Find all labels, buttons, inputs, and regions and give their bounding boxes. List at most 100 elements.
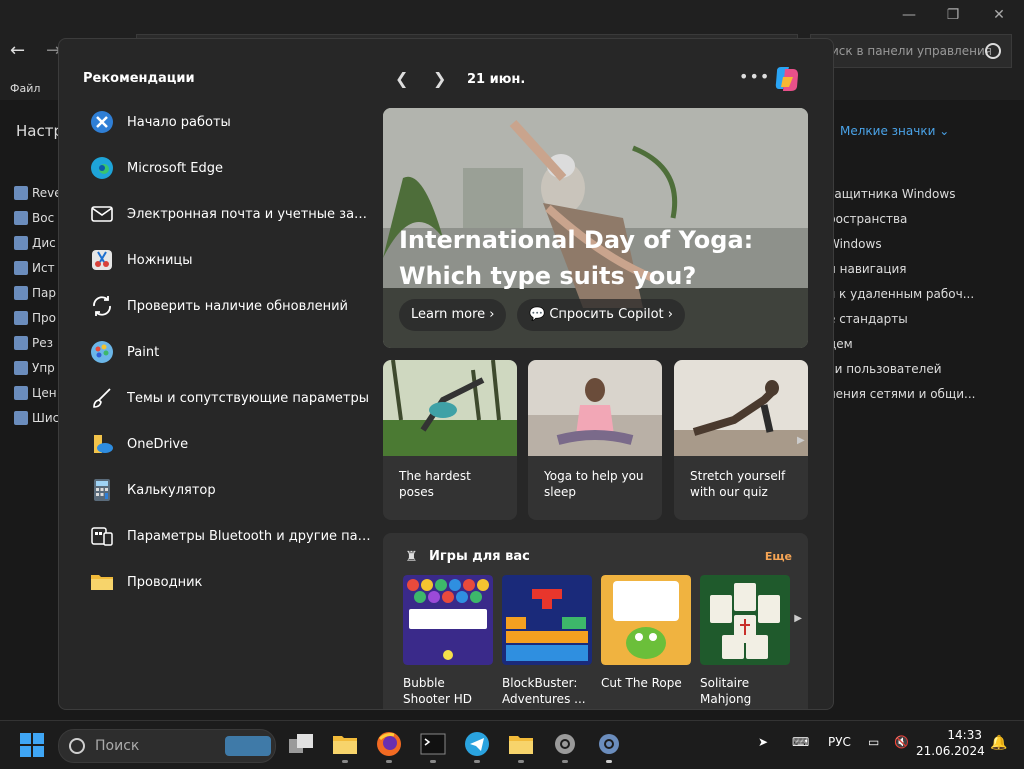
learn-more-button[interactable]: Learn more › xyxy=(399,299,507,331)
telegram-tray-icon[interactable]: ➤ xyxy=(758,735,768,749)
article-card[interactable]: The hardest poses xyxy=(383,360,517,520)
hero-article-card[interactable]: International Day of Yoga: Which type su… xyxy=(383,108,808,348)
article-card[interactable]: Stretch yourself with our quiz xyxy=(674,360,808,520)
recommendation-item[interactable]: Paint xyxy=(89,329,379,375)
back-arrow-icon[interactable]: ← xyxy=(10,40,25,61)
game-title: Bubble Shooter HD xyxy=(403,676,473,706)
ask-copilot-button[interactable]: 💬 Спросить Copilot › xyxy=(517,299,685,331)
game-tile[interactable]: BlockBuster: Adventures ... xyxy=(502,575,592,707)
control-panel-item[interactable]: Цен xyxy=(14,386,58,411)
control-panel-item[interactable]: защитника Windows xyxy=(828,187,976,212)
control-panel-item[interactable]: дем xyxy=(828,337,976,362)
article-card[interactable]: Yoga to help you sleep xyxy=(528,360,662,520)
firefox-app-icon[interactable] xyxy=(374,729,404,763)
search-icon xyxy=(69,738,85,754)
recommendation-item[interactable]: Начало работы xyxy=(89,99,379,145)
recommendation-label: Электронная почта и учетные записи xyxy=(127,206,373,222)
recommendation-item[interactable]: Параметры Bluetooth и другие пара... xyxy=(89,513,379,559)
control-panel-right-list: защитника Windows ространства Windows и … xyxy=(828,187,976,412)
control-panel-item[interactable]: Дис xyxy=(14,236,58,261)
hero-title: International Day of Yoga: Which type su… xyxy=(399,226,754,290)
control-panel-gear-icon[interactable] xyxy=(594,729,624,763)
control-panel-item[interactable]: си пользователей xyxy=(828,362,976,387)
game-tile[interactable]: Cut The Rope xyxy=(601,575,691,691)
folder-app-icon[interactable] xyxy=(506,729,536,763)
display-icon[interactable]: ▭ xyxy=(868,735,879,749)
scroll-right-icon[interactable]: ▶ xyxy=(797,435,805,446)
article-title: Stretch yourself with our quiz xyxy=(690,469,786,499)
control-panel-search-input[interactable]: иск в панели управления xyxy=(810,34,1012,68)
control-panel-left-list: Reve Вос Дис Ист Пар Про Рез Упр Цен Шис xyxy=(14,186,58,436)
telegram-app-icon[interactable] xyxy=(462,729,492,763)
control-panel-item[interactable]: Про xyxy=(14,311,58,336)
notification-bell-icon[interactable]: 🔔 xyxy=(990,735,1007,751)
feed-date: 21 июн. xyxy=(467,72,526,87)
window-titlebar: — ❐ ✕ xyxy=(0,0,1024,30)
recommendation-item[interactable]: OneDrive xyxy=(89,421,379,467)
ask-copilot-label: Спросить Copilot xyxy=(549,307,664,322)
maximize-button[interactable]: ❐ xyxy=(938,4,968,26)
search-placeholder: иск в панели управления xyxy=(831,44,992,58)
article-title: The hardest poses xyxy=(399,469,471,499)
view-by-dropdown[interactable]: Мелкие значки ⌄ xyxy=(840,124,949,138)
control-panel-item[interactable]: Рез xyxy=(14,336,58,361)
chevron-left-icon[interactable]: ❮ xyxy=(395,69,408,88)
control-panel-item[interactable]: ления сетями и общи... xyxy=(828,387,976,412)
recommendation-item[interactable]: Ножницы xyxy=(89,237,379,283)
control-panel-item[interactable]: Упр xyxy=(14,361,58,386)
game-thumbnail xyxy=(700,575,790,665)
control-panel-item[interactable]: Windows xyxy=(828,237,976,262)
recommendation-item[interactable]: Проводник xyxy=(89,559,379,605)
taskbar-search-box[interactable]: Поиск xyxy=(58,729,276,763)
recommendation-item[interactable]: Калькулятор xyxy=(89,467,379,513)
control-panel-item[interactable]: Пар xyxy=(14,286,58,311)
keyboard-icon[interactable]: ⌨ xyxy=(792,735,809,749)
control-panel-item[interactable]: Reve xyxy=(14,186,58,211)
recommendations-list: Начало работы Microsoft Edge Электронная… xyxy=(89,99,379,605)
copilot-icon[interactable] xyxy=(771,63,803,95)
game-thumbnail xyxy=(601,575,691,665)
sync-icon xyxy=(89,293,115,319)
volume-muted-icon[interactable]: 🔇 xyxy=(894,735,909,749)
article-image xyxy=(674,360,808,456)
control-panel-item[interactable]: Шис xyxy=(14,411,58,436)
page-title: Настр xyxy=(16,122,63,140)
recommendation-label: Проверить наличие обновлений xyxy=(127,298,348,314)
minimize-button[interactable]: — xyxy=(894,4,924,26)
snipping-tool-icon xyxy=(89,247,115,273)
game-tile[interactable]: Solitaire Mahjong Classic xyxy=(700,575,790,709)
game-thumbnail xyxy=(502,575,592,665)
games-more-link[interactable]: Еще xyxy=(765,550,792,563)
game-title: Solitaire Mahjong Classic xyxy=(700,676,752,709)
games-title: Игры для вас xyxy=(429,549,530,564)
control-panel-item[interactable]: Ист xyxy=(14,261,58,286)
control-panel-item[interactable]: Вос xyxy=(14,211,58,236)
menu-file[interactable]: Файл xyxy=(10,82,40,95)
game-title: Cut The Rope xyxy=(601,676,682,690)
system-clock[interactable]: 14:33 21.06.2024 xyxy=(916,727,985,759)
terminal-app-icon[interactable] xyxy=(418,729,448,763)
get-started-icon xyxy=(89,109,115,135)
language-indicator[interactable]: РУС xyxy=(828,735,851,749)
recommendation-item[interactable]: Microsoft Edge xyxy=(89,145,379,191)
close-button[interactable]: ✕ xyxy=(984,4,1014,26)
file-explorer-app-icon[interactable] xyxy=(330,729,360,763)
control-panel-item[interactable]: я к удаленным рабоч... xyxy=(828,287,976,312)
game-tile[interactable]: Bubble Shooter HD xyxy=(403,575,493,707)
game-thumbnail xyxy=(403,575,493,665)
control-panel-item[interactable]: ространства xyxy=(828,212,976,237)
chevron-down-icon: ⌄ xyxy=(939,124,950,138)
recommendation-item[interactable]: Проверить наличие обновлений xyxy=(89,283,379,329)
control-panel-item[interactable]: е стандарты xyxy=(828,312,976,337)
recommendation-label: Параметры Bluetooth и другие пара... xyxy=(127,528,373,544)
recommendation-item[interactable]: Электронная почта и учетные записи xyxy=(89,191,379,237)
settings-gear-icon[interactable] xyxy=(550,729,580,763)
chevron-right-icon[interactable]: ❯ xyxy=(433,69,446,88)
task-view-icon[interactable] xyxy=(286,729,316,759)
scroll-right-icon[interactable]: ▶ xyxy=(794,613,802,624)
more-options-icon[interactable]: ••• xyxy=(739,67,770,86)
recommendation-item[interactable]: Темы и сопутствующие параметры xyxy=(89,375,379,421)
start-button[interactable] xyxy=(20,733,44,757)
control-panel-item[interactable]: и навигация xyxy=(828,262,976,287)
taskbar: Поиск ➤ ⌨ РУС ▭ 🔇 14:33 21.06.2024 🔔 xyxy=(0,720,1024,769)
